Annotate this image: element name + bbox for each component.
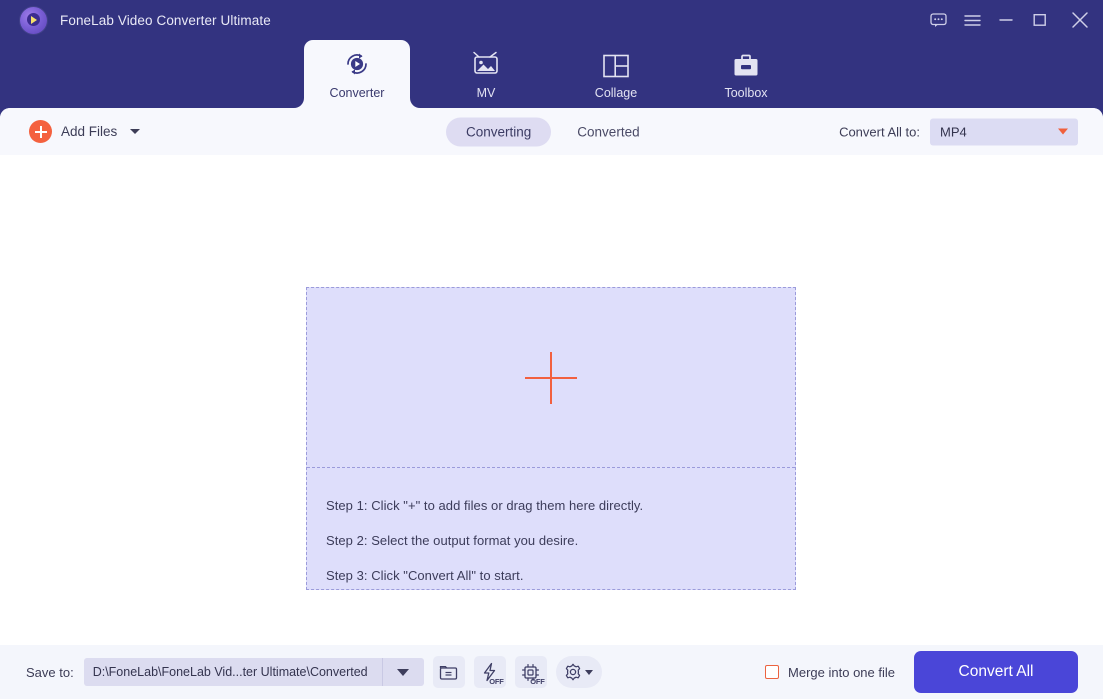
convert-all-to-label: Convert All to: (839, 124, 920, 139)
tab-converting[interactable]: Converting (446, 117, 552, 146)
tab-mv[interactable]: MV (435, 40, 537, 108)
add-files-button[interactable]: Add Files (29, 120, 141, 143)
toolbox-briefcase-icon (732, 49, 760, 79)
content-toolbar: Add Files Converting Converted Convert A… (0, 108, 1103, 155)
chevron-down-icon[interactable] (130, 129, 141, 134)
main-canvas: Step 1: Click "+" to add files or drag t… (0, 155, 1103, 645)
tab-collage-label: Collage (594, 85, 638, 100)
big-plus-icon[interactable] (525, 351, 577, 404)
merge-into-one-file-label: Merge into one file (788, 664, 895, 680)
save-path-field[interactable]: D:\FoneLab\FoneLab Vid...ter Ultimate\Co… (83, 658, 424, 686)
save-to-label: Save to: (26, 664, 74, 680)
caret-down-icon (1058, 128, 1068, 135)
close-icon[interactable] (1057, 0, 1103, 40)
chevron-down-icon (585, 669, 594, 675)
tab-collage[interactable]: Collage (565, 40, 667, 108)
gpu-acceleration-state: OFF (530, 677, 545, 686)
hardware-acceleration-icon[interactable]: OFF (473, 656, 506, 688)
title-bar: FoneLab Video Converter Ultimate (0, 0, 1103, 40)
open-folder-icon[interactable] (432, 656, 465, 688)
tab-converted[interactable]: Converted (557, 117, 659, 146)
app-logo-icon (20, 6, 47, 34)
main-nav-tabs: Converter MV Collage Toolbox (0, 40, 1103, 108)
caret-down-icon (397, 668, 410, 676)
tab-toolbox-label: Toolbox (724, 85, 768, 100)
step-1-text: Step 1: Click "+" to add files or drag t… (326, 498, 644, 513)
footer-bar: Save to: D:\FoneLab\FoneLab Vid...ter Ul… (0, 645, 1103, 699)
converting-converted-tabs: Converting Converted (446, 117, 660, 146)
tab-corner-right (410, 92, 428, 108)
content-card: Add Files Converting Converted Convert A… (0, 108, 1103, 699)
tab-mv-label: MV (476, 85, 496, 100)
merge-into-one-file-checkbox[interactable]: Merge into one file (765, 665, 895, 680)
checkbox-box[interactable] (765, 665, 780, 679)
tab-converter-label: Converter (329, 85, 385, 100)
preferences-gear-icon[interactable] (555, 656, 602, 688)
window-controls (921, 0, 1103, 40)
save-path-dropdown-button[interactable] (381, 658, 424, 686)
tab-toolbox[interactable]: Toolbox (695, 40, 797, 108)
save-path-value: D:\FoneLab\FoneLab Vid...ter Ultimate\Co… (92, 665, 368, 679)
plus-circle-icon (29, 120, 52, 143)
hardware-acceleration-state: OFF (489, 677, 504, 686)
file-dropzone[interactable]: Step 1: Click "+" to add files or drag t… (306, 287, 796, 590)
convert-all-to-group: Convert All to: MP4 (839, 118, 1078, 145)
step-2-text: Step 2: Select the output format you des… (326, 533, 579, 548)
step-3-text: Step 3: Click "Convert All" to start. (326, 568, 524, 583)
application-window: FoneLab Video Converter Ultimate Convert… (0, 0, 1103, 699)
output-format-value: MP4 (940, 124, 967, 139)
mv-photo-tv-icon (471, 49, 501, 79)
feedback-icon[interactable] (921, 0, 955, 40)
tab-converter[interactable]: Converter (304, 40, 410, 108)
converter-refresh-play-icon (342, 49, 372, 79)
menu-icon[interactable] (955, 0, 989, 40)
dropzone-plus-area[interactable] (307, 288, 795, 468)
add-files-label: Add Files (61, 124, 118, 139)
minimize-icon[interactable] (989, 0, 1023, 40)
tab-corner-left (286, 92, 304, 108)
maximize-icon[interactable] (1023, 0, 1057, 40)
dropzone-steps: Step 1: Click "+" to add files or drag t… (307, 468, 795, 583)
output-format-select[interactable]: MP4 (930, 118, 1078, 145)
convert-all-button[interactable]: Convert All (914, 651, 1078, 693)
gpu-chip-icon[interactable]: OFF (514, 656, 547, 688)
collage-grid-icon (602, 49, 630, 79)
app-title: FoneLab Video Converter Ultimate (60, 12, 271, 28)
